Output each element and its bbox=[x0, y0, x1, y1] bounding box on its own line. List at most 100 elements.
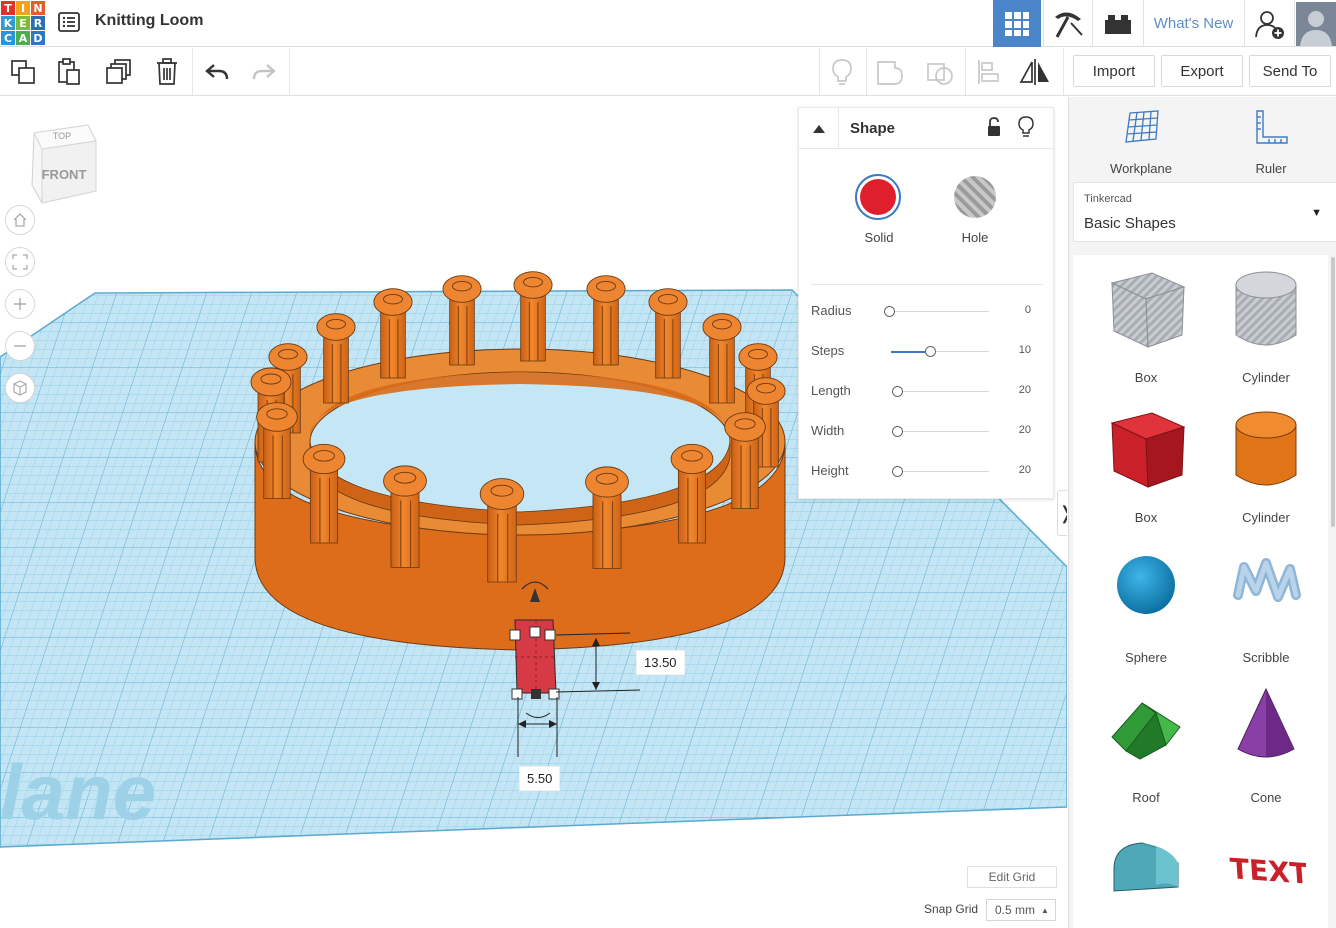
mirror-icon[interactable] bbox=[1019, 56, 1051, 88]
resize-handle[interactable] bbox=[509, 629, 521, 641]
group-icon[interactable] bbox=[874, 56, 906, 88]
width-slider[interactable] bbox=[892, 426, 903, 437]
import-button[interactable]: Import bbox=[1073, 55, 1155, 87]
param-label: Length bbox=[811, 383, 851, 398]
width-dimension-input[interactable]: 5.50 bbox=[519, 766, 561, 791]
user-avatar[interactable] bbox=[1294, 0, 1336, 47]
shape-label: Cylinder bbox=[1242, 370, 1290, 385]
zoom-out-button[interactable] bbox=[5, 331, 35, 361]
ungroup-icon[interactable] bbox=[924, 56, 956, 88]
view-cube[interactable]: TOP FRONT bbox=[28, 119, 100, 216]
tinkercad-logo[interactable]: T I N K E R C A D bbox=[1, 1, 45, 45]
paste-icon[interactable] bbox=[53, 56, 85, 88]
shape-roof[interactable]: Roof bbox=[1086, 675, 1206, 815]
duplicate-icon[interactable] bbox=[103, 56, 135, 88]
delete-icon[interactable] bbox=[151, 56, 183, 88]
param-value[interactable]: 20 bbox=[1019, 464, 1031, 476]
shape-scribble[interactable]: Scribble bbox=[1206, 535, 1326, 675]
shape-label: Scribble bbox=[1242, 650, 1290, 665]
align-icon[interactable] bbox=[972, 56, 1004, 88]
height-dimension-input[interactable]: 13.50 bbox=[636, 650, 685, 675]
half-cylinder-icon bbox=[1113, 842, 1179, 892]
steps-slider[interactable] bbox=[925, 346, 936, 357]
add-user-button[interactable] bbox=[1244, 0, 1294, 47]
grid-icon bbox=[1005, 11, 1029, 36]
zoom-in-button[interactable] bbox=[5, 289, 35, 319]
send-to-button[interactable]: Send To bbox=[1249, 55, 1331, 87]
shape-text[interactable]: TEXT bbox=[1206, 815, 1326, 928]
logo-letter: C bbox=[1, 31, 15, 45]
solid-label: Solid bbox=[864, 230, 894, 245]
blocks-view-button[interactable] bbox=[1043, 0, 1091, 47]
param-value[interactable]: 20 bbox=[1019, 424, 1031, 436]
design-menu-icon[interactable] bbox=[57, 10, 81, 34]
resize-handle[interactable] bbox=[511, 688, 523, 700]
cube-perspective-icon bbox=[13, 380, 27, 396]
notes-lightbulb-icon[interactable] bbox=[826, 56, 858, 88]
resize-handle[interactable] bbox=[529, 626, 541, 638]
logo-letter: K bbox=[1, 16, 15, 30]
cylinder-hole-icon bbox=[1235, 271, 1297, 346]
lock-icon[interactable] bbox=[986, 117, 1002, 142]
3d-design-view-button[interactable] bbox=[993, 0, 1041, 47]
param-value[interactable]: 20 bbox=[1019, 384, 1031, 396]
3d-viewport[interactable]: lane TOP FRONT Shape Solid Hole Radius 0… bbox=[0, 97, 1067, 928]
add-user-icon bbox=[1254, 10, 1284, 39]
home-icon bbox=[13, 213, 27, 227]
caret-up-icon: ▲ bbox=[1041, 905, 1049, 915]
document-title[interactable]: Knitting Loom bbox=[95, 12, 203, 30]
workplane-tool[interactable]: Workplane bbox=[1076, 107, 1206, 176]
shape-cylinder-hole[interactable]: Cylinder bbox=[1206, 255, 1326, 395]
edit-toolbar: Import Export Send To bbox=[0, 48, 1336, 96]
copy-icon[interactable] bbox=[7, 56, 39, 88]
snap-grid-select[interactable]: 0.5 mm ▲ bbox=[986, 899, 1056, 921]
whats-new-link[interactable]: What's New bbox=[1143, 0, 1243, 47]
caret-down-icon: ▼ bbox=[1311, 207, 1322, 219]
ruler-tool[interactable]: Ruler bbox=[1206, 107, 1336, 176]
param-label: Radius bbox=[811, 303, 852, 318]
shape-cone[interactable]: Cone bbox=[1206, 675, 1326, 815]
radius-slider[interactable] bbox=[884, 306, 895, 317]
toggle-shapes-panel-button[interactable]: ❭ bbox=[1057, 490, 1067, 536]
workplane-icon bbox=[1125, 110, 1159, 143]
param-label: Height bbox=[811, 463, 849, 478]
fit-view-button[interactable] bbox=[5, 247, 35, 277]
plus-icon bbox=[14, 298, 26, 310]
home-view-button[interactable] bbox=[5, 205, 35, 235]
text-shape-glyphs: TEXT bbox=[1229, 852, 1306, 891]
redo-icon[interactable] bbox=[248, 56, 280, 88]
length-slider[interactable] bbox=[892, 386, 903, 397]
lightbulb-icon[interactable] bbox=[1018, 116, 1034, 143]
shape-library-dropdown[interactable]: Tinkercad Basic Shapes ▼ bbox=[1073, 182, 1336, 242]
viewcube-front-label: FRONT bbox=[42, 167, 87, 182]
shape-box-hole[interactable]: Box bbox=[1086, 255, 1206, 395]
shape-box[interactable]: Box bbox=[1086, 395, 1206, 535]
edit-grid-button[interactable]: Edit Grid bbox=[967, 866, 1057, 888]
param-value[interactable]: 0 bbox=[1025, 304, 1031, 316]
shapes-panel: Box Cylinder Box Cylinder Sphere Scribbl… bbox=[1073, 255, 1328, 928]
solid-color-button[interactable] bbox=[855, 174, 901, 220]
logo-letter: T bbox=[1, 1, 15, 15]
param-width: Width 20 bbox=[811, 421, 1043, 441]
hole-button[interactable] bbox=[954, 176, 996, 218]
param-value[interactable]: 10 bbox=[1019, 344, 1031, 356]
bricks-view-button[interactable] bbox=[1092, 0, 1142, 47]
undo-icon[interactable] bbox=[201, 56, 233, 88]
height-slider[interactable] bbox=[892, 466, 903, 477]
logo-letter: D bbox=[31, 31, 45, 45]
resize-handle[interactable] bbox=[544, 629, 556, 641]
collapse-inspector-button[interactable] bbox=[799, 108, 839, 149]
ruler-label: Ruler bbox=[1255, 161, 1287, 176]
export-button[interactable]: Export bbox=[1161, 55, 1243, 87]
snap-grid-value: 0.5 mm bbox=[995, 903, 1036, 917]
shape-sphere[interactable]: Sphere bbox=[1086, 535, 1206, 675]
box-icon bbox=[1110, 412, 1186, 488]
shape-half-cylinder[interactable] bbox=[1086, 815, 1206, 928]
snap-grid-label: Snap Grid bbox=[924, 902, 979, 916]
projection-toggle-button[interactable] bbox=[5, 373, 35, 403]
sidebar-scrollbar[interactable] bbox=[1331, 257, 1335, 527]
shape-label: Box bbox=[1134, 370, 1158, 385]
logo-letter: N bbox=[31, 1, 45, 15]
shape-cylinder[interactable]: Cylinder bbox=[1206, 395, 1326, 535]
resize-handle[interactable] bbox=[531, 689, 541, 699]
